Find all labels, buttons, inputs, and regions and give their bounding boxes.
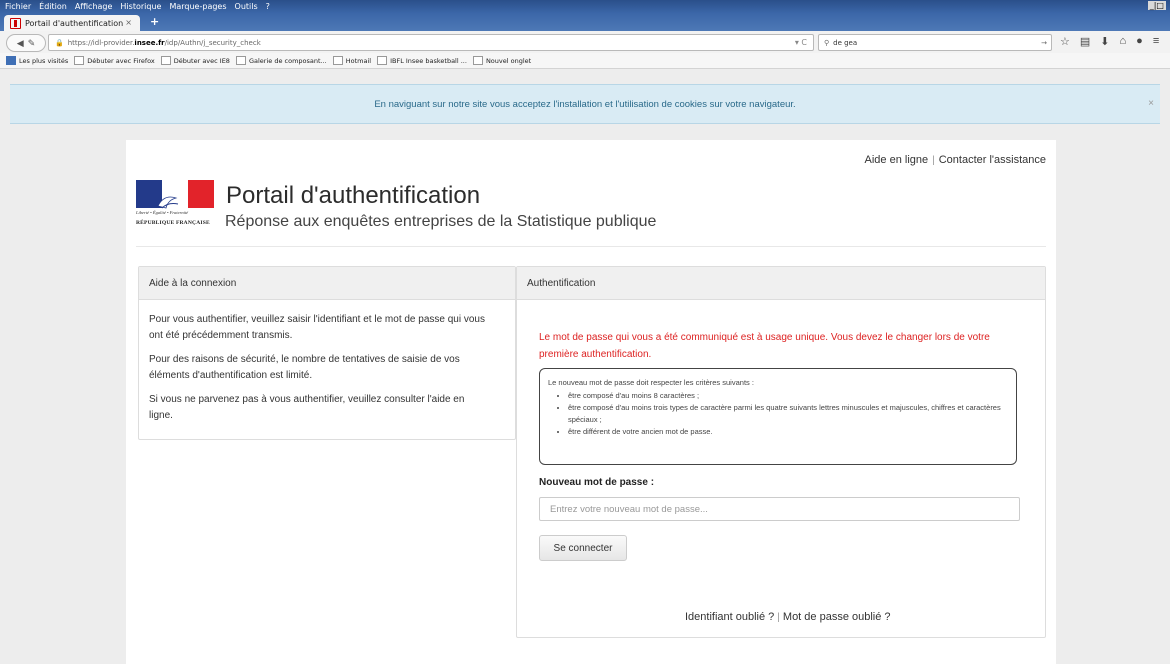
menu-fichier[interactable]: Fichier	[5, 2, 31, 11]
url-host: insee.fr	[134, 38, 165, 47]
criteria-item: être composé d'au moins 8 caractères ;	[568, 390, 1016, 402]
star-icon[interactable]: ☆	[1060, 35, 1070, 48]
search-value: de gea	[833, 38, 858, 47]
help-paragraph: Pour vous authentifier, veuillez saisir …	[149, 314, 485, 341]
window-controls[interactable]: _|□	[1147, 1, 1166, 10]
password-criteria-box: Le nouveau mot de passe doit respecter l…	[539, 368, 1017, 465]
bookmark-item[interactable]: IBFL Insee basketball ...	[377, 56, 467, 65]
contact-support-link[interactable]: Contacter l'assistance	[939, 154, 1046, 166]
help-paragraph: Si vous ne parvenez pas à vous authentif…	[149, 394, 465, 421]
tab-title: Portail d'authentification	[25, 18, 124, 28]
new-password-label: Nouveau mot de passe :	[539, 477, 655, 488]
forgot-links: Identifiant oublié ? | Mot de passe oublié…	[685, 611, 891, 623]
help-panel-heading: Aide à la connexion	[139, 267, 515, 300]
back-arrow-icon[interactable]: ◀	[17, 38, 24, 49]
connect-button[interactable]: Se connecter	[539, 535, 627, 561]
bookmark-folder-icon	[6, 56, 16, 65]
cookie-banner-text: En naviguant sur notre site vous accepte…	[374, 98, 796, 110]
menu-aide[interactable]: ?	[266, 2, 270, 11]
criteria-intro: Le nouveau mot de passe doit respecter l…	[548, 378, 754, 387]
help-online-link[interactable]: Aide en ligne	[865, 154, 929, 166]
criteria-item: être composé d'au moins trois types de c…	[568, 402, 1016, 426]
auth-panel-heading: Authentification	[517, 267, 1045, 300]
cookie-close-icon[interactable]: ×	[1148, 98, 1154, 109]
download-icon[interactable]: ⬇	[1100, 35, 1109, 48]
criteria-item: être différent de votre ancien mot de pa…	[568, 426, 1016, 438]
back-forward-buttons[interactable]: ◀ ✎	[6, 34, 46, 52]
menu-icon[interactable]: ≡	[1153, 35, 1159, 48]
menu-historique[interactable]: Historique	[120, 2, 161, 11]
header-links: Aide en ligne | Contacter l'assistance	[864, 154, 1046, 166]
page-title: Portail d'authentification	[226, 182, 481, 209]
bookmark-icon	[74, 56, 85, 65]
url-path: /idp/Authn/j_security_check	[164, 38, 261, 47]
search-go-icon[interactable]: →	[1041, 39, 1047, 47]
search-box[interactable]: ⚲ de gea →	[818, 34, 1052, 51]
sync-icon[interactable]: ●	[1136, 35, 1143, 48]
help-panel: Aide à la connexion Pour vous authentifi…	[138, 266, 516, 440]
lock-icon[interactable]: 🔒	[55, 39, 64, 47]
page-container: Aide en ligne | Contacter l'assistance Lib…	[126, 140, 1056, 664]
bookmark-icon	[235, 56, 246, 65]
criteria-list: être composé d'au moins 8 caractères ; ê…	[548, 390, 1016, 438]
identity-icon[interactable]: ✎	[28, 38, 36, 49]
bookmark-item[interactable]: Hotmail	[332, 56, 371, 65]
bookmark-item[interactable]: Débuter avec IE8	[160, 56, 230, 65]
menu-marque-pages[interactable]: Marque-pages	[169, 2, 226, 11]
help-panel-body: Pour vous authentifier, veuillez saisir …	[139, 300, 515, 424]
tab-strip: Portail d'authentification × +	[0, 13, 1170, 31]
bookmark-item[interactable]: Débuter avec Firefox	[74, 56, 155, 65]
browser-tab[interactable]: Portail d'authentification ×	[4, 15, 140, 31]
auth-panel: Authentification Le mot de passe qui vou…	[516, 266, 1046, 638]
bookmarks-bar: Les plus visités Débuter avec Firefox Dé…	[0, 53, 1170, 69]
menu-outils[interactable]: Outils	[235, 2, 258, 11]
one-time-password-warning: Le mot de passe qui vous a été communiqu…	[539, 332, 990, 360]
page-subtitle: Réponse aux enquêtes entreprises de la S…	[225, 213, 657, 230]
bookmark-icon	[160, 56, 171, 65]
bookmark-icon	[377, 56, 388, 65]
header-divider	[136, 246, 1046, 247]
menu-edition[interactable]: Édition	[39, 2, 67, 11]
forgot-password-link[interactable]: Mot de passe oublié ?	[783, 611, 891, 623]
home-icon[interactable]: ⌂	[1120, 35, 1127, 48]
tab-close-icon[interactable]: ×	[125, 18, 132, 27]
republic-name: RÉPUBLIQUE FRANÇAISE	[136, 220, 210, 226]
bookmark-item[interactable]: Les plus visités	[6, 56, 68, 65]
bookmark-icon	[472, 56, 483, 65]
reload-icon[interactable]: ▾ C	[795, 38, 807, 47]
french-flag-icon	[136, 180, 214, 209]
new-tab-button[interactable]: +	[150, 15, 159, 28]
forgot-id-link[interactable]: Identifiant oublié ?	[685, 611, 774, 623]
url-bar[interactable]: 🔒 https://idl-provider. insee.fr/idp/Auth…	[48, 34, 814, 51]
search-icon: ⚲	[824, 38, 830, 47]
menu-affichage[interactable]: Affichage	[75, 2, 113, 11]
navigation-bar: ◀ ✎ 🔒 https://idl-provider. insee.fr/idp/…	[0, 31, 1170, 54]
cookie-banner: En naviguant sur notre site vous accepte…	[10, 84, 1160, 124]
bookmark-icon	[332, 56, 343, 65]
marianne-logo: Liberté • Égalité • Fraternité RÉPUBLIQU…	[136, 180, 226, 230]
bookmark-item[interactable]: Galerie de composant...	[235, 56, 327, 65]
new-password-input[interactable]	[539, 497, 1020, 521]
republic-motto: Liberté • Égalité • Fraternité	[136, 210, 189, 215]
help-paragraph: Pour des raisons de sécurité, le nombre …	[149, 354, 460, 381]
favicon-icon	[10, 17, 21, 29]
url-prefix: https://idl-provider.	[67, 38, 135, 47]
browser-menubar: Fichier Édition Affichage Historique Mar…	[0, 0, 1170, 13]
reading-list-icon[interactable]: ▤	[1080, 35, 1090, 48]
bookmark-item[interactable]: Nouvel onglet	[472, 56, 531, 65]
toolbar-icons: ☆ ▤ ⬇ ⌂ ● ≡	[1060, 35, 1159, 48]
